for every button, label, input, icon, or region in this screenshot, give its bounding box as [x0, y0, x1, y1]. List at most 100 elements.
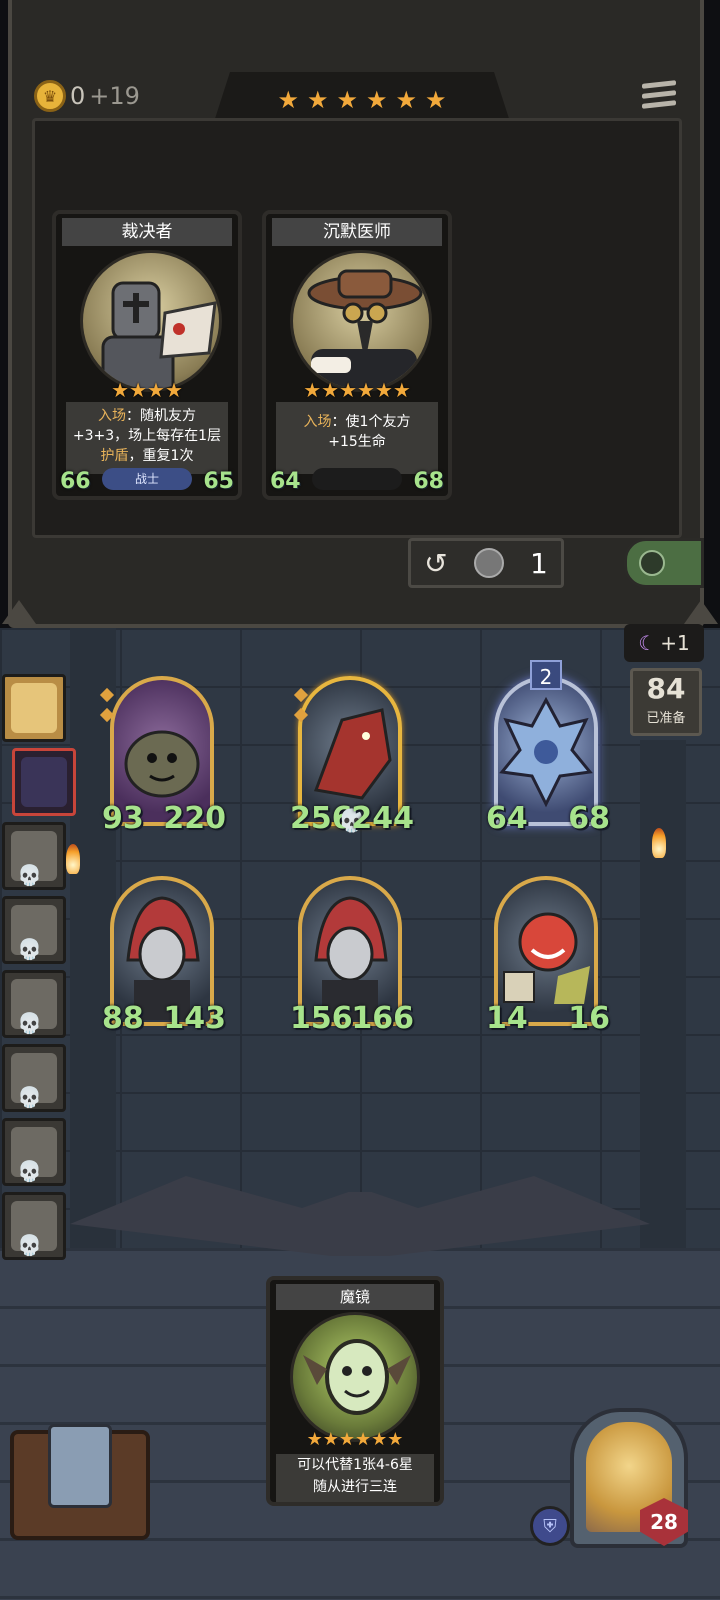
moon-bonus-value: +1 [660, 631, 690, 655]
minion-health: 16 [568, 1001, 610, 1036]
hero-power-button[interactable] [10, 1424, 150, 1540]
menu-button[interactable] [642, 80, 676, 114]
ready-label: 已准备 [646, 711, 686, 726]
card-tribe-tag [312, 468, 402, 490]
skull-icon: 💀 [17, 1085, 42, 1109]
star-icon: ★ [129, 378, 147, 402]
opponent-portrait-eliminated[interactable]: 💀 [2, 822, 66, 890]
magic-mirror-portrait-icon [303, 1339, 411, 1415]
star-icon: ★ [336, 86, 358, 114]
board-minion-red-drake[interactable]: 256 💀 244 [290, 676, 414, 836]
skull-icon: 💀 [17, 937, 42, 961]
board-minion-rock-golem[interactable]: 93 220 [102, 676, 226, 836]
star-icon: ★ [392, 378, 411, 402]
star-icon: ★ [303, 378, 322, 402]
minion-attack: 64 [486, 801, 528, 836]
minion-health: 220 [163, 801, 226, 836]
minion-attack: 88 [102, 1001, 144, 1036]
shop-card-plague-doctor[interactable]: 沉默医师 ★★★★★★ 入场：使1个友方 +15生命 64 68 [262, 210, 452, 500]
board-minion-vampire-maiden[interactable]: 156 166 [290, 876, 414, 1036]
star-icon: ★ [277, 86, 299, 114]
card-tribe-tag: 战士 [102, 468, 192, 490]
card-star-rating: ★★★★★★ [266, 380, 448, 401]
star-icon: ★ [339, 378, 357, 402]
gold-display: ♛ 0 +19 [34, 80, 140, 112]
card-name: 沉默医师 [272, 218, 442, 246]
opponent-portrait-eliminated[interactable]: 💀 [2, 1044, 66, 1112]
star-icon: ★ [164, 378, 183, 402]
card-star-rating: ★★★★★★ [270, 1430, 440, 1449]
minion-attack: 93 [102, 801, 144, 836]
lock-icon [639, 550, 665, 576]
card-description: 入场：随机友方 +3+3，场上每存在1层 护盾，重复1次 [66, 402, 228, 474]
star-icon: ★ [371, 1429, 388, 1450]
minion-attack: 156 [290, 1001, 353, 1036]
card-portrait [290, 250, 432, 392]
desc-text: +15生命 [328, 434, 386, 450]
keyword-battlecry: 入场 [98, 408, 126, 424]
opponent-portrait-eliminated[interactable]: 💀 [2, 970, 66, 1038]
board-minion-frost-elemental[interactable]: 2 64 68 [486, 660, 610, 836]
desc-text: 可以代替1张4-6星 [297, 1457, 413, 1473]
keyword-shield: 护盾 [100, 448, 129, 464]
plague-doctor-portrait-icon [307, 269, 423, 389]
hand-card-magic-mirror[interactable]: 魔镜 ★★★★★★ 可以代替1张4-6星 随从进行三连 [266, 1276, 444, 1506]
opponent-portrait-current[interactable] [12, 748, 76, 816]
menu-icon-line [642, 100, 676, 109]
star-icon: ★ [374, 378, 393, 402]
desc-text: 随从进行三连 [313, 1479, 397, 1495]
minion-health: 143 [163, 1001, 226, 1036]
desc-text: ，重复1次 [128, 448, 194, 464]
card-name: 魔镜 [276, 1284, 434, 1310]
card-portrait [80, 250, 222, 392]
opponent-portrait-eliminated[interactable]: 💀 [2, 896, 66, 964]
board-minion-imp[interactable]: 14 16 [486, 876, 610, 1036]
refresh-cost: 1 [530, 546, 548, 580]
gold-coin-icon: ♛ [34, 80, 66, 112]
opponent-portrait[interactable] [2, 674, 66, 742]
star-icon: ★ [147, 378, 165, 402]
desc-text: ：使1个友方 [331, 414, 411, 430]
freeze-button[interactable] [624, 538, 704, 588]
menu-icon-line [642, 80, 676, 89]
refresh-icon: ↺ [424, 546, 448, 580]
torch-icon [66, 844, 80, 874]
star-icon: ★ [321, 378, 340, 402]
hero-portrait [11, 683, 57, 733]
star-icon: ★ [306, 86, 329, 114]
star-icon: ★ [395, 86, 418, 114]
card-description: 入场：使1个友方 +15生命 [276, 402, 438, 474]
star-icon: ★ [111, 378, 130, 402]
minion-tier-badge: 2 [530, 660, 562, 690]
refresh-button[interactable]: ↺ 1 [408, 538, 564, 588]
moon-bonus: ☾ +1 [624, 624, 704, 662]
board-minion-vampire-maiden[interactable]: 88 143 [102, 876, 226, 1036]
card-attack: 64 [270, 469, 301, 494]
ready-count: 84 [646, 672, 686, 705]
opponent-portrait-eliminated[interactable]: 💀 [2, 1192, 66, 1260]
opponent-portrait-eliminated[interactable]: 💀 [2, 1118, 66, 1186]
star-icon: ★ [425, 86, 447, 114]
desc-text: +3+3，场上每存在1层 [72, 428, 222, 444]
armor-shield-icon: ⛨ [530, 1506, 570, 1546]
gold-income: +19 [89, 82, 140, 110]
star-icon: ★ [357, 378, 375, 402]
card-name: 裁决者 [62, 218, 232, 246]
ready-counter: 84 已准备 [630, 668, 702, 736]
minion-attack: 14 [486, 1001, 528, 1036]
menu-icon-line [642, 90, 676, 99]
skull-icon: 💀 [17, 1159, 42, 1183]
hero-power-portrait [48, 1424, 112, 1508]
desc-text: ：随机友方 [126, 408, 196, 424]
card-portrait [290, 1312, 420, 1442]
card-attack: 66 [60, 469, 91, 494]
shop-card-judge[interactable]: 裁决者 ★★★★ 入场：随机友方 +3+3，场上每存在1层 护盾，重复1次 66… [52, 210, 242, 500]
torch-icon [652, 828, 666, 858]
star-icon: ★ [355, 1429, 372, 1450]
card-description: 可以代替1张4-6星 随从进行三连 [276, 1454, 434, 1502]
skull-icon: 💀 [17, 1233, 42, 1257]
card-health: 68 [413, 469, 444, 494]
hero-portrait [21, 757, 67, 807]
skull-icon: 💀 [17, 1011, 42, 1035]
keyword-battlecry: 入场 [303, 414, 332, 430]
